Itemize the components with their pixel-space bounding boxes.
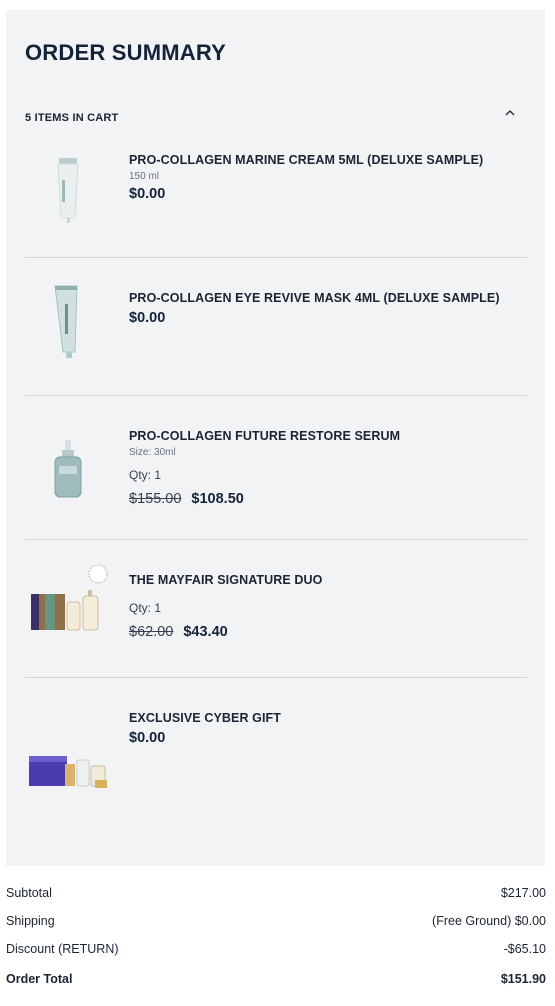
subtotal-value: $217.00	[500, 886, 546, 900]
chevron-up-icon[interactable]	[503, 106, 517, 120]
order-summary-panel: ORDER SUMMARY 5 ITEMS IN CART PRO-COLLAG…	[6, 10, 545, 866]
shipping-label: Shipping	[6, 914, 55, 928]
shipping-value: (Free Ground) $0.00	[432, 914, 546, 928]
divider	[25, 539, 527, 540]
gift-set-image	[31, 564, 108, 631]
item-current-price: $43.40	[183, 624, 228, 640]
eye-mask-tube-image	[54, 285, 78, 358]
shipping-row: Shipping (Free Ground) $0.00	[6, 914, 546, 932]
marine-cream-tube-image	[57, 158, 79, 223]
item-price: $0.00	[129, 186, 521, 202]
item-name: EXCLUSIVE CYBER GIFT	[129, 711, 282, 725]
gift-box-image	[29, 756, 107, 788]
discount-value: -$65.10	[503, 942, 546, 956]
order-total-label: Order Total	[6, 972, 73, 986]
cart-toggle[interactable]: 5 ITEMS IN CART	[25, 106, 525, 124]
discount-label: Discount (RETURN)	[6, 942, 119, 956]
discount-row: Discount (RETURN) -$65.10	[6, 942, 546, 960]
serum-bottle-image	[54, 440, 82, 498]
item-price: $0.00	[129, 730, 521, 746]
item-original-price: $155.00	[129, 491, 182, 507]
order-total-row: Order Total $151.90	[6, 972, 546, 990]
item-price: $0.00	[129, 310, 521, 326]
item-current-price: $108.50	[191, 491, 244, 507]
order-total-value: $151.90	[500, 972, 546, 986]
item-name: PRO-COLLAGEN FUTURE RESTORE SERUM	[129, 429, 401, 443]
item-current-price: $0.00	[129, 310, 166, 326]
item-price: $62.00 $43.40	[129, 624, 521, 640]
item-price: $155.00 $108.50	[129, 491, 521, 507]
item-quantity: Qty: 1	[129, 601, 162, 615]
item-name: PRO-COLLAGEN EYE REVIVE MASK 4ML (DELUXE…	[129, 291, 500, 305]
item-original-price: $62.00	[129, 624, 174, 640]
item-name: THE MAYFAIR SIGNATURE DUO	[129, 573, 323, 587]
subtotal-label: Subtotal	[6, 886, 52, 900]
item-current-price: $0.00	[129, 730, 166, 746]
item-size: Size: 30ml	[129, 447, 176, 458]
item-size: 150 ml	[129, 171, 160, 182]
divider	[25, 395, 527, 396]
cart-count: 5 ITEMS IN CART	[25, 112, 119, 124]
subtotal-row: Subtotal $217.00	[6, 886, 546, 904]
divider	[25, 257, 527, 258]
order-summary-title: ORDER SUMMARY	[25, 40, 227, 65]
item-quantity: Qty: 1	[129, 468, 162, 482]
item-current-price: $0.00	[129, 186, 166, 202]
item-name: PRO-COLLAGEN MARINE CREAM 5ML (DELUXE SA…	[129, 153, 484, 167]
divider	[25, 677, 527, 678]
